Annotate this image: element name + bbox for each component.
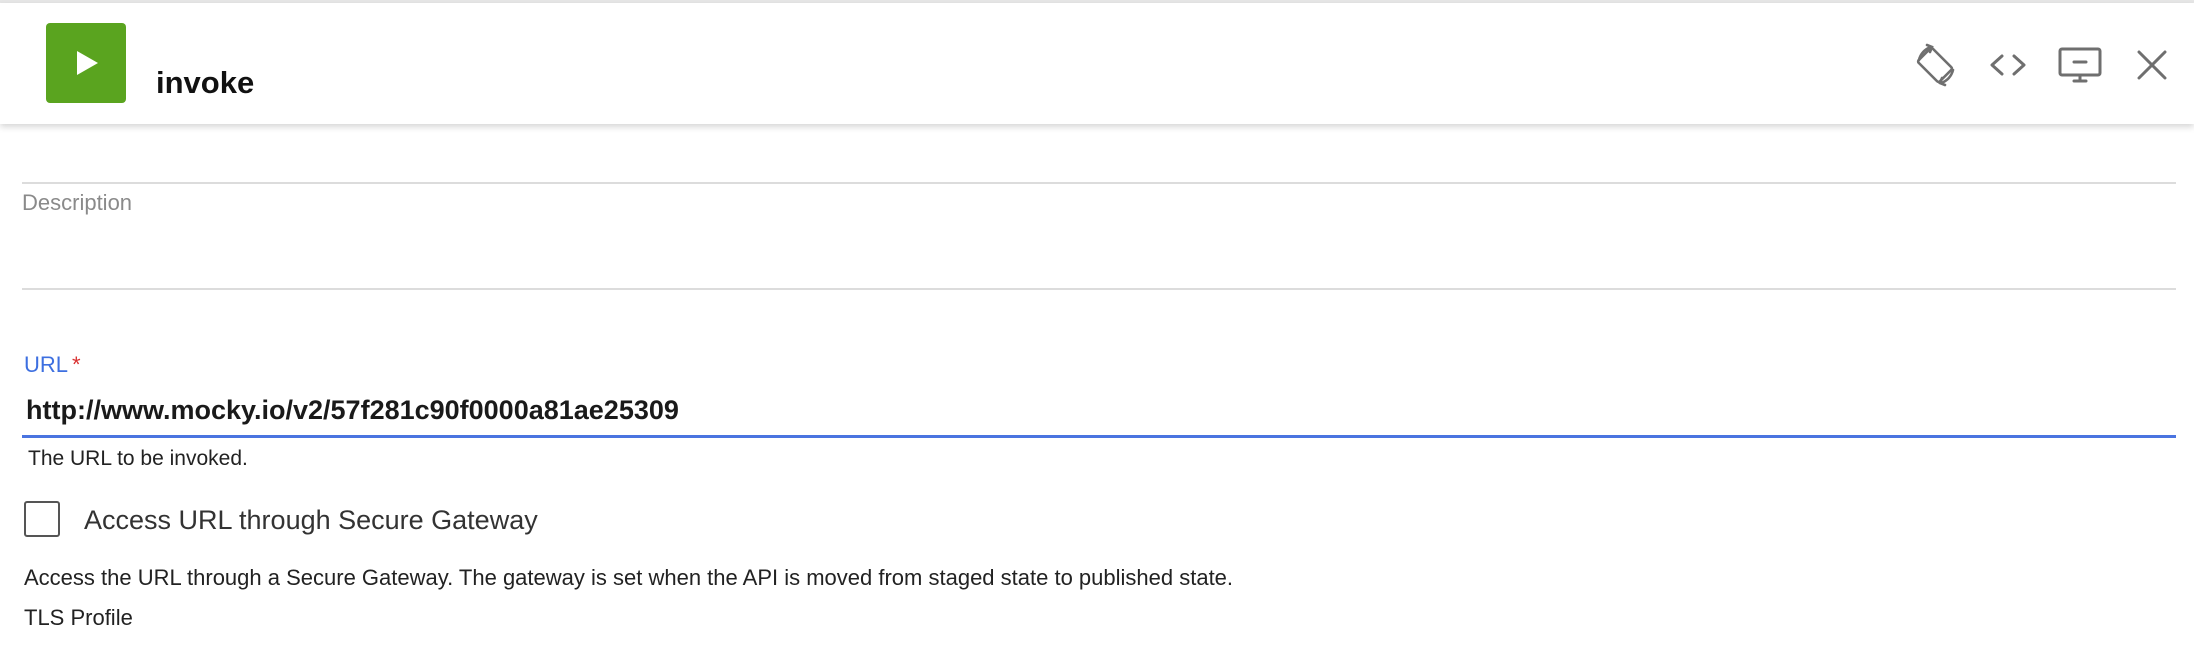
policy-title: invoke bbox=[156, 65, 255, 100]
description-field[interactable] bbox=[22, 288, 2176, 290]
secure-gateway-description: Access the URL through a Secure Gateway.… bbox=[24, 565, 1234, 590]
title-field-underline bbox=[22, 182, 2176, 184]
required-marker: * bbox=[72, 352, 81, 377]
play-icon bbox=[46, 23, 126, 103]
code-icon[interactable] bbox=[1980, 37, 2036, 93]
url-label-text: URL bbox=[24, 352, 69, 377]
tls-profile-label: TLS Profile bbox=[24, 605, 133, 630]
close-icon[interactable] bbox=[2124, 37, 2180, 93]
description-label: Description bbox=[22, 190, 133, 215]
url-helper-text: The URL to be invoked. bbox=[28, 447, 248, 470]
url-input[interactable] bbox=[22, 386, 2176, 438]
monitor-icon[interactable] bbox=[2052, 37, 2108, 93]
policy-form: Description URL* The URL to be invoked. … bbox=[0, 124, 2194, 656]
rotate-icon[interactable] bbox=[1908, 37, 1964, 93]
secure-gateway-label[interactable]: Access URL through Secure Gateway bbox=[84, 505, 538, 536]
url-label: URL * bbox=[24, 352, 81, 378]
policy-header: invoke bbox=[0, 3, 2194, 124]
secure-gateway-checkbox[interactable] bbox=[24, 501, 60, 537]
